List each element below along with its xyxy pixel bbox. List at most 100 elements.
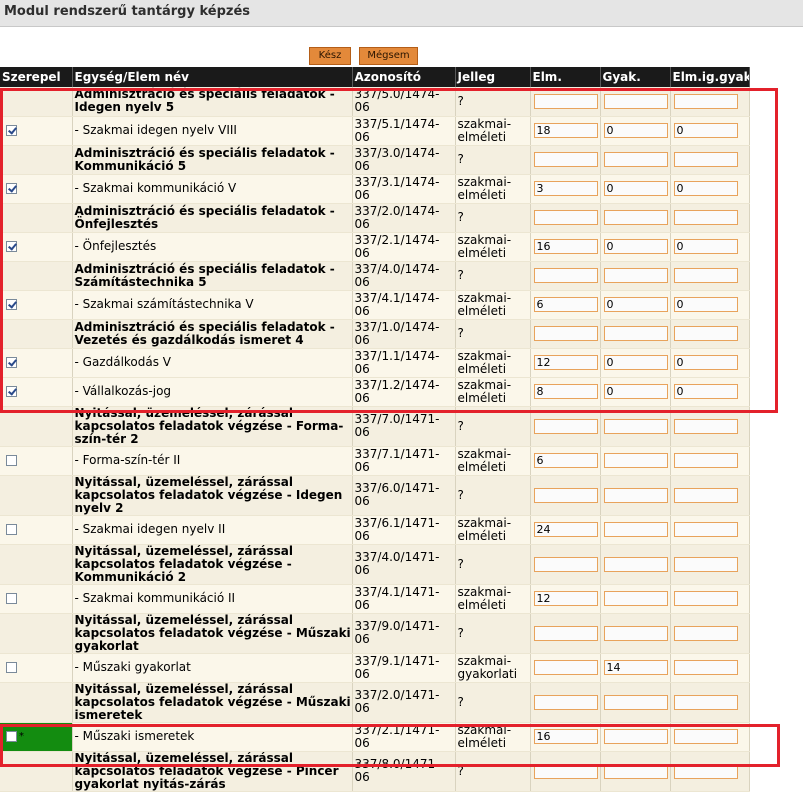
szerepel-checkbox[interactable] <box>6 386 17 397</box>
elm-input[interactable] <box>533 210 598 225</box>
elm-input[interactable] <box>533 239 598 254</box>
gyak-cell <box>600 319 671 349</box>
elmig-input[interactable] <box>673 591 738 606</box>
elm-input[interactable] <box>533 297 598 312</box>
elm-input[interactable] <box>533 522 598 537</box>
elmig-input[interactable] <box>673 522 738 537</box>
element-name: - Gazdálkodás V <box>74 355 172 369</box>
gyak-input[interactable] <box>603 152 668 167</box>
gyak-input[interactable] <box>603 591 668 606</box>
table-row: - Önfejlesztés 337/2.1/1474-06 szakmai-elm… <box>0 232 750 262</box>
cancel-button[interactable]: Mégsem <box>359 47 418 65</box>
szerepel-checkbox[interactable] <box>6 357 17 368</box>
gyak-input[interactable] <box>603 326 668 341</box>
elmig-input[interactable] <box>673 181 738 196</box>
elmig-input[interactable] <box>673 326 738 341</box>
elm-input[interactable] <box>533 181 598 196</box>
gyak-cell <box>600 203 671 233</box>
column-header-szerepel[interactable]: Szerepel <box>0 67 73 87</box>
gyak-input[interactable] <box>603 239 668 254</box>
elmig-input[interactable] <box>673 384 738 399</box>
elmig-input[interactable] <box>673 268 738 283</box>
elmig-input[interactable] <box>673 152 738 167</box>
szerepel-checkbox[interactable] <box>6 299 17 310</box>
gyak-cell <box>600 751 671 792</box>
elm-input[interactable] <box>533 384 598 399</box>
szerepel-checkbox[interactable] <box>6 731 17 742</box>
gyak-input[interactable] <box>603 694 668 710</box>
elm-input[interactable] <box>533 93 598 109</box>
table-row: - Szakmai idegen nyelv II 337/6.1/1471-06… <box>0 515 750 545</box>
column-header-name[interactable]: Egység/Elem név <box>72 67 353 87</box>
elmig-input[interactable] <box>673 355 738 370</box>
elm-input[interactable] <box>533 123 598 138</box>
elm-input[interactable] <box>533 418 598 434</box>
gyak-input[interactable] <box>603 556 668 572</box>
szerepel-checkbox[interactable] <box>6 125 17 136</box>
column-header-elmig[interactable]: Elm.ig.gyak <box>670 67 750 87</box>
elm-input[interactable] <box>533 152 598 167</box>
elmig-input[interactable] <box>673 660 738 675</box>
gyak-input[interactable] <box>603 355 668 370</box>
gyak-input[interactable] <box>603 181 668 196</box>
elmig-input[interactable] <box>673 556 738 572</box>
elm-input[interactable] <box>533 355 598 370</box>
elmig-cell <box>670 232 750 262</box>
elm-input[interactable] <box>533 694 598 710</box>
elm-input[interactable] <box>533 487 598 503</box>
elm-input[interactable] <box>533 591 598 606</box>
column-header-elm[interactable]: Elm. <box>530 67 601 87</box>
gyak-input[interactable] <box>603 625 668 641</box>
elmig-input[interactable] <box>673 239 738 254</box>
elm-input[interactable] <box>533 625 598 641</box>
elmig-input[interactable] <box>673 418 738 434</box>
gyak-input[interactable] <box>603 93 668 109</box>
elmig-input[interactable] <box>673 297 738 312</box>
elmig-input[interactable] <box>673 625 738 641</box>
gyak-input[interactable] <box>603 210 668 225</box>
column-header-jelleg[interactable]: Jelleg <box>455 67 531 87</box>
elmig-input[interactable] <box>673 729 738 744</box>
gyak-input[interactable] <box>603 384 668 399</box>
ok-button[interactable]: Kész <box>309 47 351 65</box>
szerepel-cell <box>0 203 73 233</box>
gyak-input[interactable] <box>603 763 668 779</box>
gyak-input[interactable] <box>603 268 668 283</box>
gyak-cell <box>600 515 671 545</box>
elmig-input[interactable] <box>673 453 738 468</box>
szerepel-cell <box>0 406 73 447</box>
gyak-input[interactable] <box>603 487 668 503</box>
elmig-input[interactable] <box>673 210 738 225</box>
gyak-input[interactable] <box>603 418 668 434</box>
column-header-azonosito[interactable]: Azonosító <box>352 67 456 87</box>
gyak-input[interactable] <box>603 297 668 312</box>
azonosito-cell: 337/4.1/1474-06 <box>352 290 456 320</box>
szerepel-checkbox[interactable] <box>6 241 17 252</box>
elm-input[interactable] <box>533 763 598 779</box>
azonosito-cell: 337/4.0/1474-06 <box>352 261 456 291</box>
szerepel-checkbox[interactable] <box>6 593 17 604</box>
gyak-input[interactable] <box>603 729 668 744</box>
szerepel-checkbox[interactable] <box>6 183 17 194</box>
elm-input[interactable] <box>533 660 598 675</box>
szerepel-checkbox[interactable] <box>6 524 17 535</box>
elm-input[interactable] <box>533 268 598 283</box>
elmig-input[interactable] <box>673 694 738 710</box>
gyak-input[interactable] <box>603 522 668 537</box>
elmig-input[interactable] <box>673 487 738 503</box>
elm-input[interactable] <box>533 556 598 572</box>
elmig-input[interactable] <box>673 123 738 138</box>
elm-input[interactable] <box>533 453 598 468</box>
gyak-input[interactable] <box>603 123 668 138</box>
gyak-input[interactable] <box>603 453 668 468</box>
column-header-gyak[interactable]: Gyak. <box>600 67 671 87</box>
elmig-input[interactable] <box>673 763 738 779</box>
elmig-input[interactable] <box>673 93 738 109</box>
szerepel-checkbox[interactable] <box>6 455 17 466</box>
szerepel-checkbox[interactable] <box>6 662 17 673</box>
gyak-input[interactable] <box>603 660 668 675</box>
gyak-cell <box>600 261 671 291</box>
elm-input[interactable] <box>533 729 598 744</box>
group-name: Adminisztráció és speciális feladatok - … <box>74 319 335 347</box>
elm-input[interactable] <box>533 326 598 341</box>
